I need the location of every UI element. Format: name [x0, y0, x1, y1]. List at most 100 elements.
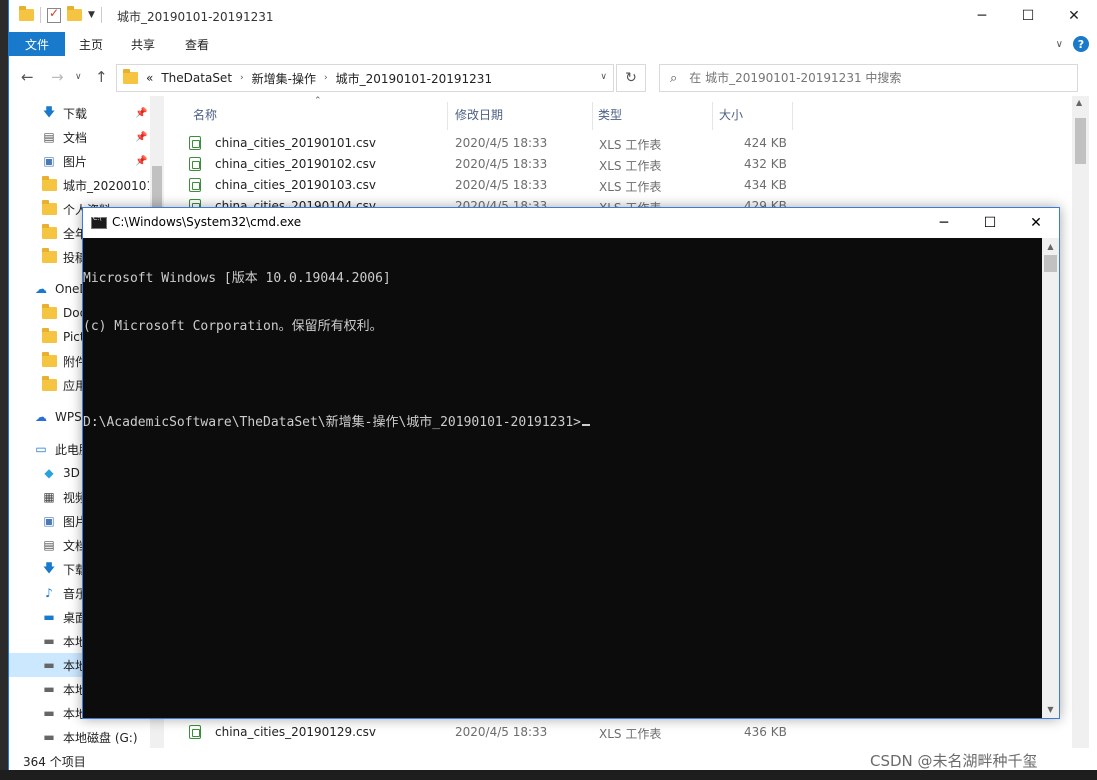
- music-note-icon: ♪: [45, 586, 53, 600]
- drive-icon: ▬: [43, 730, 55, 744]
- pin-icon[interactable]: 📌: [135, 132, 147, 143]
- back-arrow-icon[interactable]: ←: [21, 68, 34, 86]
- nav-item-label: 3D: [63, 466, 80, 480]
- column-divider[interactable]: [592, 102, 593, 130]
- folder-icon: [41, 248, 57, 264]
- file-row[interactable]: china_cities_20190103.csv 2020/4/5 18:33 X…: [169, 175, 789, 196]
- column-divider[interactable]: [792, 102, 793, 130]
- pin-icon[interactable]: 📌: [135, 156, 147, 167]
- quick-access-toolbar: ▼: [19, 6, 102, 23]
- recent-chevron-down-icon[interactable]: ∨: [75, 72, 82, 82]
- desktop-background-left: [0, 0, 8, 780]
- console-prompt-line[interactable]: D:\AcademicSoftware\TheDataSet\新增集-操作\城市…: [83, 415, 1044, 431]
- tab-view[interactable]: 查看: [185, 36, 209, 53]
- column-divider[interactable]: [712, 102, 713, 130]
- column-header-name[interactable]: 名称: [193, 96, 217, 132]
- file-name: china_cities_20190101.csv: [215, 136, 376, 150]
- help-icon[interactable]: ?: [1073, 36, 1089, 52]
- file-row[interactable]: china_cities_20190101.csv 2020/4/5 18:33 X…: [169, 133, 789, 154]
- nav-item[interactable]: ▬ 本地磁盘 (G:): [9, 725, 149, 748]
- cmd-minimize-button[interactable]: ─: [921, 208, 967, 238]
- folder-icon: [41, 352, 57, 368]
- chevron-right-icon[interactable]: ›: [240, 73, 244, 83]
- refresh-button[interactable]: ↻: [616, 64, 646, 92]
- folder-shape: [41, 176, 57, 191]
- chevron-down-icon[interactable]: ▼: [88, 10, 95, 20]
- onedrive-cloud-icon: ☁: [35, 282, 47, 296]
- close-button[interactable]: ✕: [1051, 0, 1097, 32]
- tab-file[interactable]: 文件: [9, 32, 65, 56]
- scroll-up-icon[interactable]: ▲: [1042, 238, 1059, 255]
- drive-icon: ▬: [43, 706, 55, 720]
- breadcrumb-item[interactable]: 城市_20190101-20191231: [336, 70, 493, 87]
- search-icon: ⌕: [670, 70, 678, 86]
- download-arrow-icon: 🡇: [42, 104, 56, 119]
- folder-shape: [41, 248, 57, 263]
- file-size: 436 KB: [744, 725, 787, 739]
- status-item-count: 364 个项目: [23, 755, 86, 769]
- search-input[interactable]: [689, 71, 1050, 85]
- download-arrow-icon: 🡇: [42, 560, 56, 575]
- breadcrumb-item[interactable]: 新增集-操作: [252, 70, 316, 87]
- cmd-titlebar[interactable]: C:\Windows\System32\cmd.exe ─ ☐ ✕: [83, 208, 1059, 238]
- chevron-right-icon[interactable]: ›: [324, 73, 328, 83]
- csv-file-icon: [189, 725, 201, 739]
- folder-shape: [41, 376, 57, 391]
- column-divider[interactable]: [447, 102, 448, 130]
- maximize-button[interactable]: ☐: [1005, 0, 1051, 32]
- cmd-maximize-button[interactable]: ☐: [967, 208, 1013, 238]
- folder-icon: [41, 328, 57, 344]
- folder-icon: [41, 376, 57, 392]
- tab-share[interactable]: 共享: [131, 36, 155, 53]
- folder-shape: [41, 304, 57, 319]
- drive-icon: ▬: [43, 658, 55, 672]
- video-icon: ▦: [43, 490, 55, 504]
- file-row[interactable]: china_cities_20190102.csv 2020/4/5 18:33 X…: [169, 154, 789, 175]
- cmd-window[interactable]: C:\Windows\System32\cmd.exe ─ ☐ ✕ Micros…: [82, 207, 1060, 719]
- cmd-scrollbar[interactable]: ▲ ▼: [1042, 238, 1059, 718]
- column-header-type[interactable]: 类型: [598, 96, 622, 132]
- cmd-close-button[interactable]: ✕: [1013, 208, 1059, 238]
- nav-item[interactable]: 🡇 下载 📌: [9, 101, 149, 125]
- nav-item[interactable]: ▤ 文档 📌: [9, 125, 149, 149]
- nav-item[interactable]: 城市_20200101: [9, 173, 149, 197]
- folder-shape: [41, 328, 57, 343]
- file-name: china_cities_20190103.csv: [215, 178, 376, 192]
- column-header-size[interactable]: 大小: [719, 96, 743, 132]
- drive-icon: ▬: [43, 682, 55, 696]
- up-arrow-icon[interactable]: ↑: [95, 68, 108, 86]
- new-folder-icon[interactable]: [67, 6, 82, 21]
- minimize-button[interactable]: ─: [959, 0, 1005, 32]
- file-type: XLS 工作表: [599, 159, 662, 173]
- expand-ribbon-chevron-icon[interactable]: ∨: [1056, 39, 1063, 50]
- nav-item[interactable]: ▣ 图片 📌: [9, 149, 149, 173]
- nav-item-label: 本地磁盘 (G:): [63, 730, 138, 745]
- folder-icon[interactable]: [19, 6, 34, 21]
- console-output[interactable]: Microsoft Windows [版本 10.0.19044.2006] (…: [83, 238, 1044, 718]
- folder-shape: [41, 224, 57, 239]
- console-icon[interactable]: [91, 215, 107, 229]
- scroll-up-icon[interactable]: ▲: [1076, 98, 1082, 107]
- pin-icon[interactable]: 📌: [135, 108, 147, 119]
- breadcrumb-overflow[interactable]: «: [146, 71, 153, 85]
- address-bar[interactable]: « TheDataSet › 新增集-操作 › 城市_20190101-2019…: [116, 64, 614, 92]
- file-type: XLS 工作表: [599, 138, 662, 152]
- nav-item-label: 文档: [63, 130, 88, 145]
- computer-icon: ▭: [35, 442, 47, 456]
- scroll-down-icon[interactable]: ▼: [1042, 701, 1059, 718]
- file-row[interactable]: china_cities_20190129.csv 2020/4/5 18:33 X…: [169, 722, 789, 743]
- forward-arrow-icon[interactable]: →: [51, 68, 64, 86]
- column-header-modified[interactable]: 修改日期: [455, 96, 503, 132]
- file-list-scrollbar[interactable]: ▲: [1072, 96, 1089, 748]
- folder-icon: [41, 224, 57, 240]
- wps-cloud-icon: ☁: [35, 410, 47, 424]
- file-name: china_cities_20190102.csv: [215, 157, 376, 171]
- breadcrumb-item[interactable]: TheDataSet: [161, 71, 232, 85]
- address-dropdown-icon[interactable]: ∨: [600, 72, 607, 82]
- cmd-window-title: C:\Windows\System32\cmd.exe: [112, 215, 302, 229]
- tab-home[interactable]: 主页: [79, 36, 103, 53]
- properties-icon[interactable]: [47, 6, 61, 23]
- sort-ascending-icon: ⌃: [314, 96, 322, 106]
- search-box[interactable]: ⌕: [659, 64, 1078, 92]
- folder-icon: [123, 69, 138, 84]
